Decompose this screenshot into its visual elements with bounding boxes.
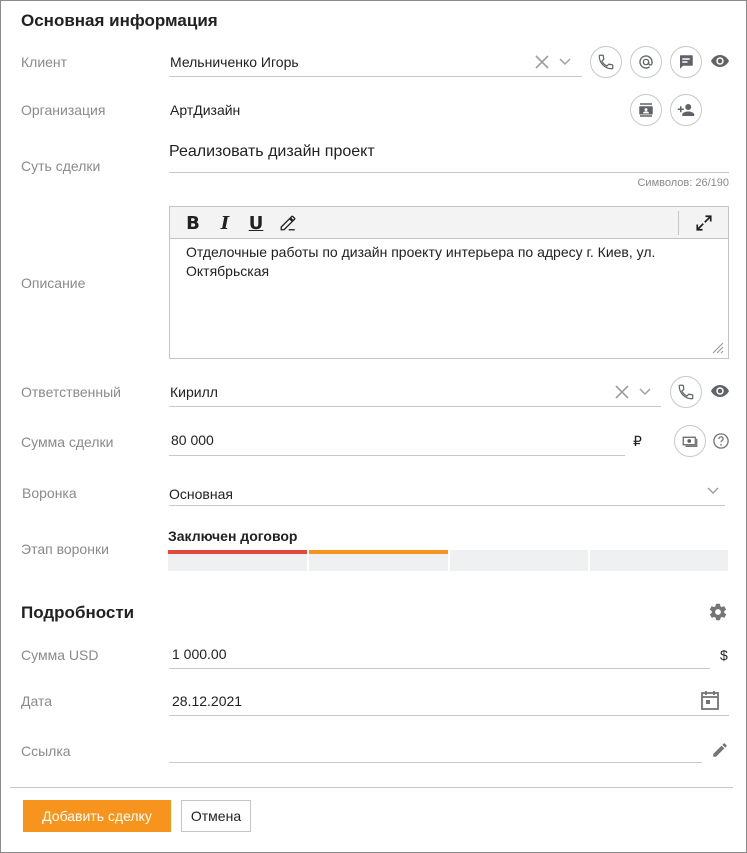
add-deal-button[interactable]: Добавить сделку (23, 800, 171, 832)
organization-label: Организация (21, 102, 106, 118)
email-button[interactable] (630, 46, 662, 78)
phone-icon (598, 54, 614, 70)
description-label: Описание (21, 275, 86, 291)
responsible-field[interactable]: Кирилл (170, 384, 218, 400)
stage-segment-2[interactable] (309, 550, 448, 571)
chevron-down-icon[interactable] (556, 52, 574, 72)
bold-icon[interactable]: B (181, 211, 205, 235)
footer-divider (10, 787, 733, 788)
add-contact-button[interactable] (670, 94, 702, 126)
deal-essence-input[interactable]: Реализовать дизайн проект (169, 143, 375, 161)
stage-segment-1[interactable] (168, 550, 307, 571)
usd-input[interactable]: 1 000.00 (172, 646, 227, 662)
gear-icon[interactable] (707, 601, 729, 623)
italic-icon[interactable]: I (213, 211, 237, 235)
date-input[interactable]: 28.12.2021 (172, 693, 242, 709)
clear-icon[interactable] (612, 382, 632, 402)
eye-icon[interactable] (709, 382, 731, 400)
funnel-label: Воронка (22, 485, 77, 501)
organization-value: АртДизайн (170, 102, 241, 118)
amount-label: Сумма сделки (21, 434, 114, 450)
stage-label: Этап воронки (21, 541, 109, 557)
dollar-sign: $ (720, 647, 728, 663)
calendar-icon[interactable] (699, 689, 721, 711)
chevron-down-icon[interactable] (704, 482, 722, 500)
resize-handle-icon[interactable] (710, 340, 724, 354)
section-title-details: Подробности (21, 603, 135, 622)
eye-icon[interactable] (709, 52, 731, 70)
at-icon (639, 55, 653, 69)
cancel-button[interactable]: Отмена (181, 800, 251, 832)
phone-icon (678, 384, 694, 400)
stage-segment-3[interactable] (450, 550, 588, 571)
responsible-phone-button[interactable] (670, 376, 702, 408)
clear-icon[interactable] (532, 52, 552, 72)
link-label: Ссылка (21, 743, 71, 759)
deal-form (0, 0, 747, 853)
help-icon[interactable] (711, 431, 731, 451)
message-icon (680, 55, 693, 69)
character-counter: Символов: 26/190 (637, 177, 729, 189)
funnel-select[interactable]: Основная (169, 486, 233, 502)
description-editor: B I U Отделочные работы по дизайн проект… (169, 206, 729, 359)
date-label: Дата (21, 693, 53, 709)
clear-format-icon[interactable] (276, 211, 300, 235)
person-add-icon (677, 104, 695, 116)
expand-icon[interactable] (692, 211, 716, 235)
phone-button[interactable] (590, 46, 622, 78)
underline-icon[interactable]: U (244, 211, 268, 235)
responsible-label: Ответственный (21, 384, 121, 400)
description-text[interactable]: Отделочные работы по дизайн проекту инте… (186, 243, 708, 281)
editor-toolbar: B I U (170, 207, 728, 239)
money-icon (682, 436, 698, 447)
usd-label: Сумма USD (21, 647, 99, 663)
pencil-icon[interactable] (709, 739, 731, 761)
chevron-down-icon[interactable] (636, 382, 654, 402)
client-field[interactable]: Мельниченко Игорь (170, 54, 299, 70)
client-label: Клиент (21, 54, 68, 70)
currency-convert-button[interactable] (674, 425, 706, 457)
stage-segment-4[interactable] (590, 550, 728, 571)
amount-input[interactable]: 80 000 (171, 432, 214, 448)
message-button[interactable] (670, 46, 702, 78)
stage-name: Заключен договор (168, 528, 298, 544)
ruble-sign: ₽ (633, 433, 642, 449)
contact-card-icon (639, 103, 653, 117)
deal-essence-label: Суть сделки (21, 158, 101, 174)
section-title-main: Основная информация (21, 11, 218, 30)
organization-card-button[interactable] (630, 94, 662, 126)
